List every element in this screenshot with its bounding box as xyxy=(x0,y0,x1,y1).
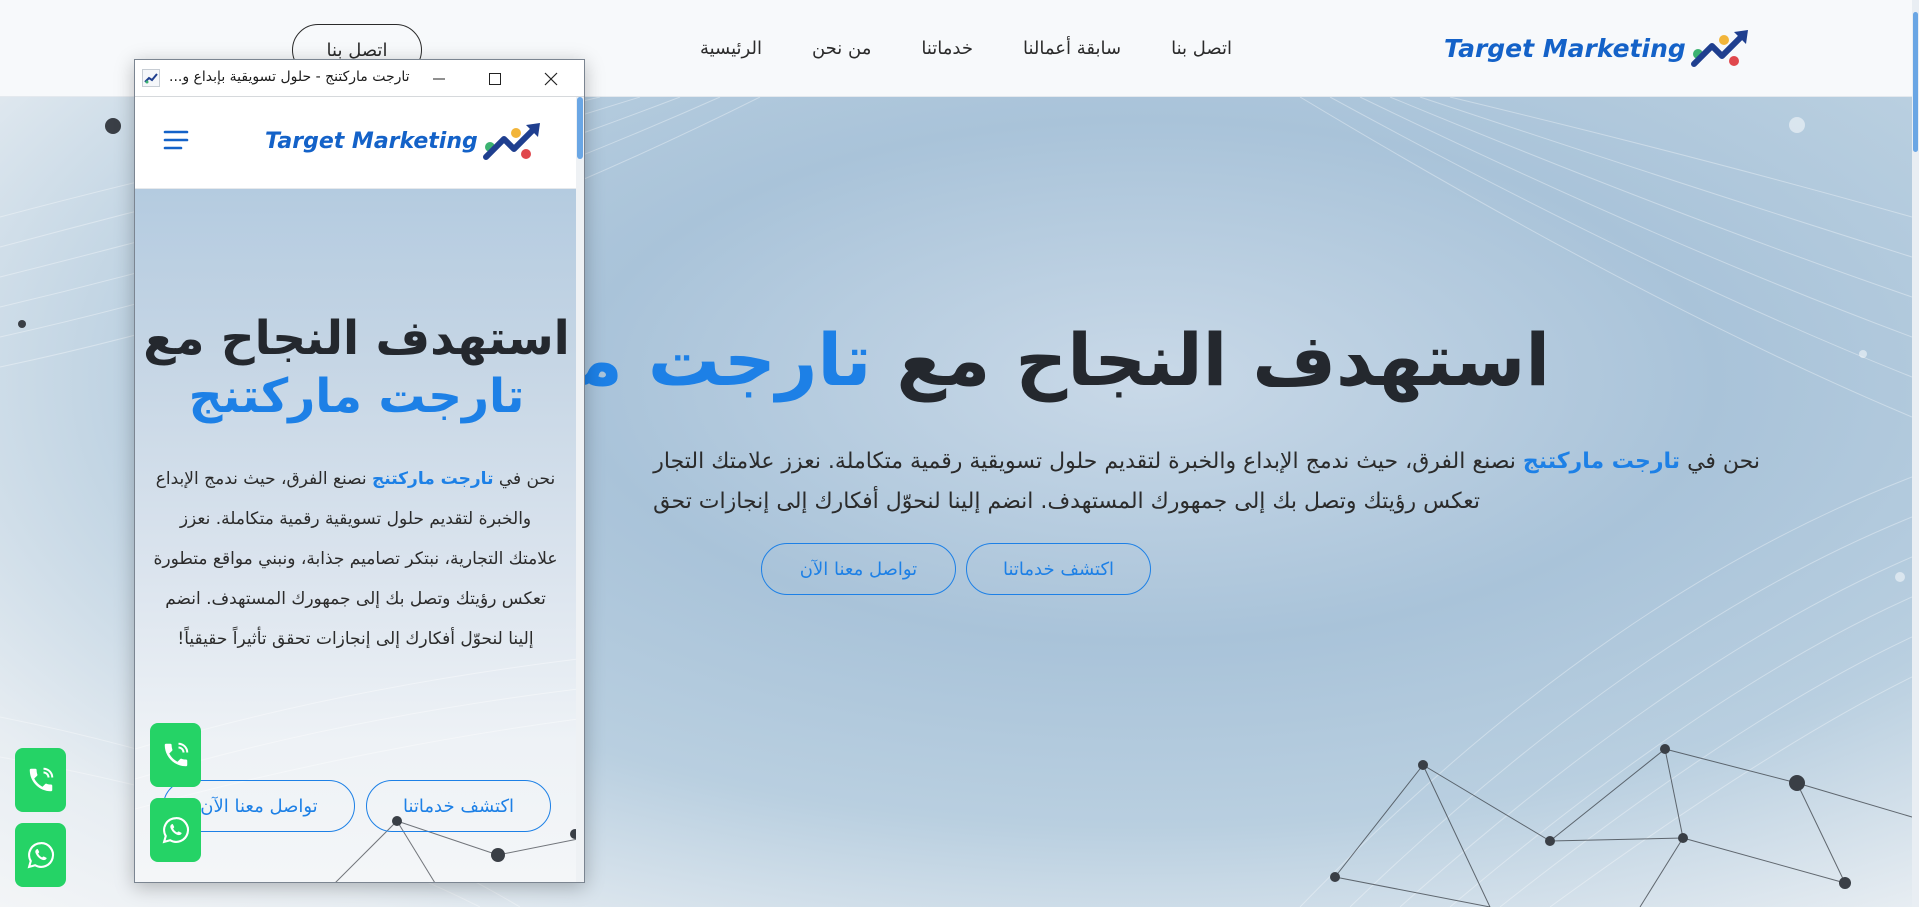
hero-text-brand: تارجت ماركتنج xyxy=(1522,449,1681,474)
hero-text-line-1: نحن في تارجت ماركتنج نصنع الفرق، حيث ندم… xyxy=(540,442,1760,482)
hamburger-menu-icon xyxy=(163,130,189,150)
whatsapp-icon xyxy=(162,817,189,844)
popup-call-float-button[interactable] xyxy=(150,723,201,787)
hero-description: نحن في تارجت ماركتنج نصنع الفرق، حيث ندم… xyxy=(540,442,1760,522)
popup-text-rest: نصنع الفرق، حيث ندمج الإبداع والخبرة لتق… xyxy=(153,469,558,649)
popup-favicon-icon xyxy=(142,69,160,87)
popup-discover-services-button[interactable]: اكتشف خدماتنا xyxy=(366,780,551,832)
page-scrollbar[interactable] xyxy=(1912,0,1919,907)
hero-title: استهدف النجاح مع تارجت مار xyxy=(540,318,1550,408)
contact-now-button[interactable]: تواصل معنا الآن xyxy=(761,543,956,595)
popup-text-brand: تارجت ماركتنج xyxy=(372,469,494,489)
trend-arrow-logo-icon xyxy=(482,123,540,160)
popup-text-prefix: نحن في xyxy=(498,469,556,489)
nav-link-services[interactable]: خدماتنا xyxy=(921,38,973,59)
popup-hero-description: نحن في تارجت ماركتنج نصنع الفرق، حيث ندم… xyxy=(153,459,558,659)
close-button[interactable] xyxy=(523,60,579,97)
maximize-button[interactable] xyxy=(467,60,523,97)
hero-title-accent: تارجت مار xyxy=(540,318,872,402)
popup-scrollbar[interactable] xyxy=(576,97,584,882)
popup-window: تارجت ماركتنج - حلول تسويقية بإبداع و... xyxy=(134,59,585,883)
nav-link-home[interactable]: الرئيسية xyxy=(700,38,762,59)
phone-icon xyxy=(164,742,188,767)
popup-scrollbar-thumb[interactable] xyxy=(577,97,583,159)
brand-logo[interactable]: Target Marketing xyxy=(1444,28,1752,68)
hero-text-line-2: تعكس رؤيتك وتصل بك إلى جمهورك المستهدف. … xyxy=(653,489,1480,514)
phone-icon xyxy=(29,767,53,792)
popup-hero-title: استهدف النجاح مع تارجت ماركتنج xyxy=(135,310,578,426)
popup-titlebar[interactable]: تارجت ماركتنج - حلول تسويقية بإبداع و... xyxy=(135,60,584,97)
whatsapp-icon xyxy=(27,842,54,869)
minimize-icon xyxy=(433,78,445,79)
popup-content: Target Marketing استهدف النجاح مع تارجت … xyxy=(135,97,578,882)
nav-link-contact[interactable]: اتصل بنا xyxy=(1171,38,1232,59)
maximize-icon xyxy=(489,72,501,85)
nav-menu: الرئيسية من نحن خدماتنا سابقة أعمالنا ات… xyxy=(700,38,1232,59)
hero-text-line1-rest: نصنع الفرق، حيث ندمج الإبداع والخبرة لتق… xyxy=(653,449,1516,474)
nav-link-portfolio[interactable]: سابقة أعمالنا xyxy=(1023,38,1121,59)
popup-brand-logo[interactable]: Target Marketing xyxy=(265,121,544,161)
minimize-button[interactable] xyxy=(411,60,467,97)
popup-hero-title-main: استهدف النجاح مع xyxy=(143,311,570,366)
popup-hero-title-accent: تارجت ماركتنج xyxy=(188,369,525,424)
hero-title-main: استهدف النجاح مع xyxy=(896,318,1550,402)
popup-site-header: Target Marketing xyxy=(135,97,578,189)
close-icon xyxy=(544,72,558,85)
hero-text-prefix: نحن في xyxy=(1687,449,1760,474)
hamburger-menu-button[interactable] xyxy=(163,129,189,155)
trend-arrow-logo-icon xyxy=(1690,30,1748,67)
page-scrollbar-thumb[interactable] xyxy=(1913,12,1918,152)
popup-whatsapp-float-button[interactable] xyxy=(150,798,201,862)
nav-link-about[interactable]: من نحن xyxy=(812,38,871,59)
brand-name: Target Marketing xyxy=(1444,33,1686,63)
call-float-button[interactable] xyxy=(15,748,66,812)
whatsapp-float-button[interactable] xyxy=(15,823,66,887)
popup-brand-name: Target Marketing xyxy=(265,128,478,154)
popup-window-title: تارجت ماركتنج - حلول تسويقية بإبداع و... xyxy=(169,69,410,85)
discover-services-button[interactable]: اكتشف خدماتنا xyxy=(966,543,1151,595)
